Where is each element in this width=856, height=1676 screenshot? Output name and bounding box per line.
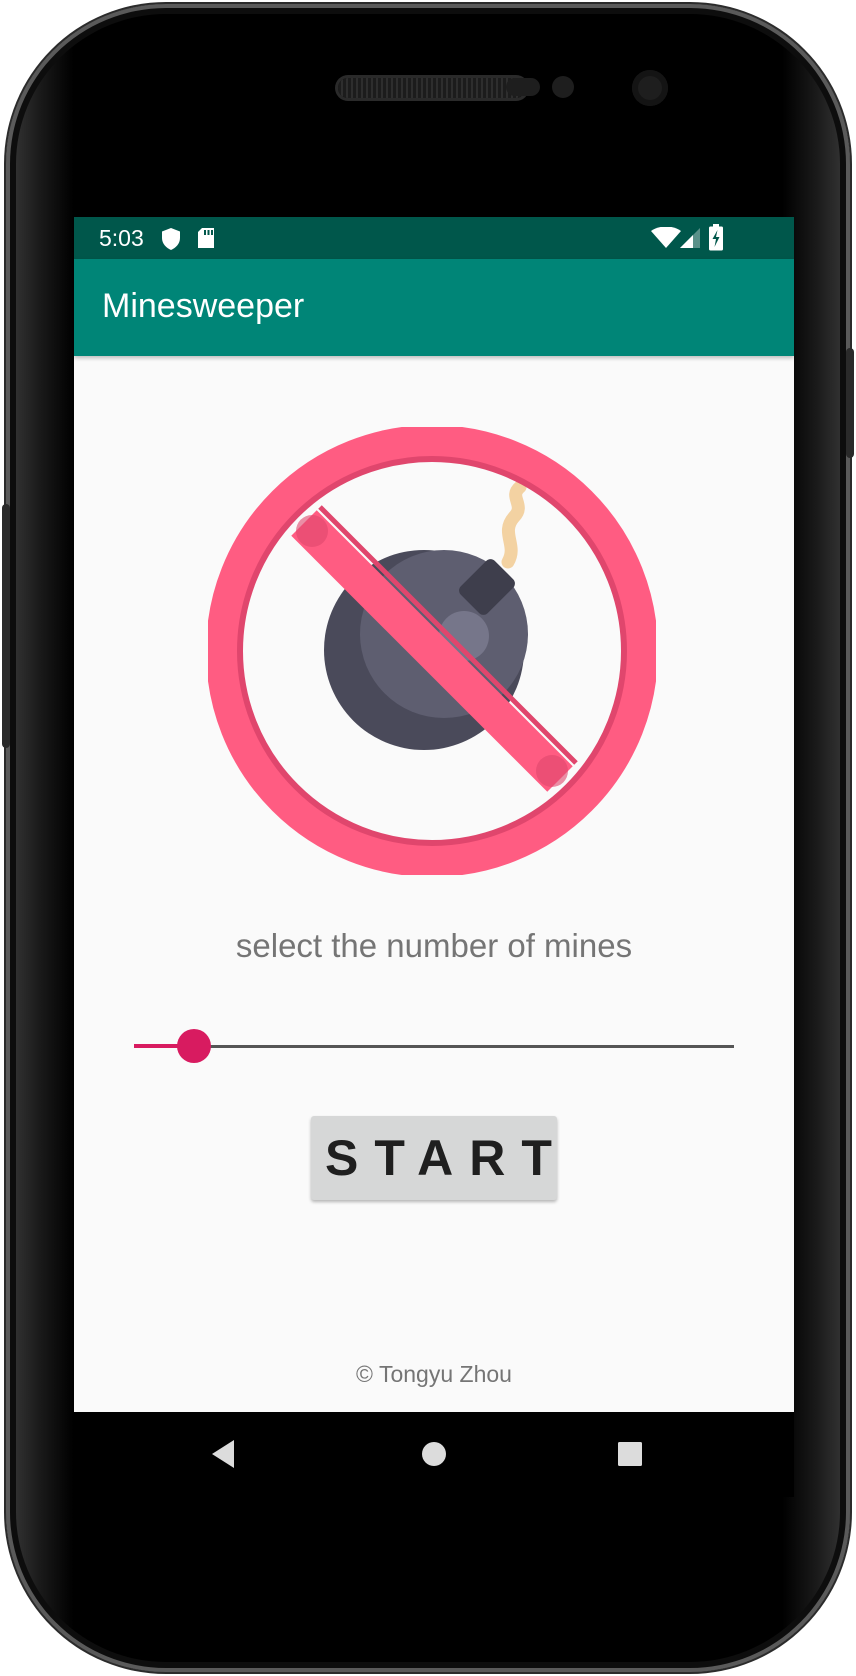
mines-slider[interactable] <box>134 1017 734 1077</box>
status-time: 5:03 <box>99 225 144 251</box>
copyright-text: © Tongyu Zhou <box>356 1361 512 1387</box>
phone-frame: 5:03 Minesweeper select the number of mi… <box>2 4 854 1672</box>
wifi-icon <box>651 227 681 248</box>
cell-signal-icon <box>680 228 700 248</box>
earpiece-speaker <box>338 78 526 98</box>
start-button[interactable]: START <box>311 1116 557 1200</box>
proximity-sensor <box>506 78 540 96</box>
status-bar: 5:03 <box>74 217 794 259</box>
shield-icon <box>162 228 180 250</box>
recents-icon[interactable] <box>617 1441 643 1467</box>
no-bomb-icon <box>208 427 656 875</box>
home-icon[interactable] <box>420 1440 448 1468</box>
slider-thumb[interactable] <box>177 1029 211 1063</box>
front-camera <box>632 70 668 106</box>
mines-prompt: select the number of mines <box>235 927 633 964</box>
battery-charging-icon <box>709 224 723 251</box>
back-icon[interactable] <box>210 1439 236 1469</box>
power-button <box>846 348 854 458</box>
app-bar: Minesweeper <box>74 259 794 356</box>
light-sensor <box>552 76 574 98</box>
app-title: Minesweeper <box>102 287 305 325</box>
navigation-bar <box>74 1412 794 1497</box>
slider-track[interactable] <box>134 1045 734 1048</box>
sd-card-icon <box>198 228 214 248</box>
volume-button <box>2 504 10 748</box>
screen: 5:03 Minesweeper select the number of mi… <box>74 217 794 1497</box>
